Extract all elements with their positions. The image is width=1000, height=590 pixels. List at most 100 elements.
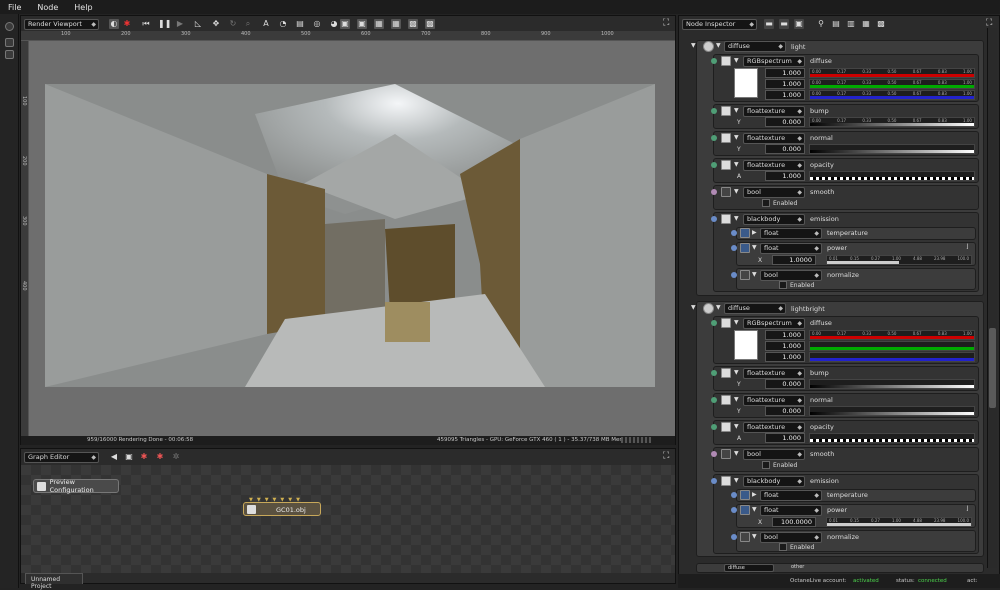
export-icon[interactable]: ▦: [861, 19, 871, 29]
blue-slider[interactable]: 0.00 0.17 0.33 0.50 0.67 0.83 1.00: [809, 90, 975, 100]
camera-icon[interactable]: ◔: [278, 19, 288, 29]
layout-icon[interactable]: [5, 50, 14, 59]
clear-graph-icon[interactable]: ✱: [155, 452, 165, 462]
expand-icon[interactable]: ▼: [734, 319, 739, 326]
green-slider[interactable]: 0.00 0.17 0.33 0.50 0.67 0.83 1.00: [809, 79, 975, 89]
smooth-checkbox[interactable]: [762, 461, 770, 469]
float-icon[interactable]: [740, 228, 750, 238]
diffuse-type-select[interactable]: RGBspectrum ◆: [743, 318, 805, 329]
temperature-pin[interactable]: [731, 230, 737, 236]
normal-type-select[interactable]: floattexture ◆: [743, 133, 805, 144]
clay-mode-icon[interactable]: ▦: [374, 19, 384, 29]
expand-triangle-icon[interactable]: ▼: [716, 42, 721, 49]
bump-type-select[interactable]: floattexture ◆: [743, 368, 805, 379]
expand-icon[interactable]: ▼: [734, 423, 739, 430]
bump-slider[interactable]: [809, 379, 975, 389]
opacity-value[interactable]: 1.000: [765, 433, 805, 443]
project-tab[interactable]: Unnamed Project: [25, 573, 83, 590]
expand-icon[interactable]: ▼: [734, 215, 739, 222]
material-type-select[interactable]: diffuse ◆: [724, 41, 786, 52]
material-icon[interactable]: ▩: [876, 19, 886, 29]
bump-value[interactable]: 0.000: [765, 117, 805, 127]
maximize-viewport-icon[interactable]: ⛶: [663, 18, 669, 28]
material-type-select[interactable]: diffuse: [724, 564, 774, 572]
red-value[interactable]: 1.000: [765, 68, 805, 78]
lock-res-icon[interactable]: ▣: [357, 19, 367, 29]
settings-icon[interactable]: [5, 38, 14, 47]
power-value[interactable]: 1.0000: [772, 255, 816, 265]
temperature-type-select[interactable]: float ◆: [760, 490, 822, 501]
normal-type-select[interactable]: floattexture ◆: [743, 395, 805, 406]
curve-icon[interactable]: ⌋: [966, 505, 968, 512]
emission-icon[interactable]: [721, 214, 731, 224]
play-icon[interactable]: ▶: [175, 19, 185, 29]
bump-value[interactable]: 0.000: [765, 379, 805, 389]
bool-icon[interactable]: [740, 270, 750, 280]
red-value[interactable]: 1.000: [765, 330, 805, 340]
mesh-node[interactable]: GC01.obj: [243, 502, 321, 516]
green-value[interactable]: 1.000: [765, 79, 805, 89]
texture-icon[interactable]: [721, 422, 731, 432]
inspector-scrollbar[interactable]: [987, 28, 997, 568]
decal-icon[interactable]: ▩: [408, 19, 418, 29]
opacity-slider[interactable]: [809, 171, 975, 181]
maximize-inspector-icon[interactable]: ⛶: [986, 18, 992, 28]
emission-pin[interactable]: [711, 216, 717, 222]
smooth-pin[interactable]: [711, 451, 717, 457]
maximize-graph-icon[interactable]: ⛶: [663, 451, 669, 461]
normalize-checkbox[interactable]: [779, 543, 787, 551]
menu-file[interactable]: File: [0, 3, 29, 12]
opacity-slider[interactable]: [809, 433, 975, 443]
folder-icon[interactable]: [721, 318, 731, 328]
expand-triangle-icon[interactable]: ▼: [716, 304, 721, 311]
power-slider[interactable]: 0.01 0.15 0.27 1.00 4.88 23.98 100.0: [826, 517, 972, 527]
normalize-pin[interactable]: [731, 272, 737, 278]
texture-icon[interactable]: [721, 395, 731, 405]
smooth-pin[interactable]: [711, 189, 717, 195]
pan-icon[interactable]: ✥: [211, 19, 221, 29]
clear-icon[interactable]: ✱: [122, 19, 132, 29]
graph-canvas[interactable]: Preview Configuration GC01.obj ▼▼▼▼▼▼▼: [21, 465, 675, 573]
expand-icon[interactable]: ▼: [752, 506, 757, 513]
refresh-node-icon[interactable]: ▤: [831, 19, 841, 29]
save-graph-icon[interactable]: ▣: [124, 452, 134, 462]
normal-slider[interactable]: [809, 144, 975, 154]
rotate-icon[interactable]: ↻: [228, 19, 238, 29]
opacity-pin[interactable]: [711, 162, 717, 168]
expand-icon[interactable]: ▼: [734, 477, 739, 484]
bump-slider[interactable]: 0.00 0.17 0.33 0.50 0.67 0.83 1.00: [809, 117, 975, 127]
collapse-triangle-icon[interactable]: ▼: [691, 304, 696, 311]
bump-pin[interactable]: [711, 370, 717, 376]
focus-icon[interactable]: A: [261, 19, 271, 29]
power-value[interactable]: 100.0000: [772, 517, 816, 527]
power-type-select[interactable]: float ◆: [760, 243, 822, 254]
pause-icon[interactable]: ❚❚: [158, 19, 171, 29]
zoom-icon[interactable]: ⌕: [243, 19, 253, 29]
render-target-icon[interactable]: [5, 22, 14, 31]
texture-icon[interactable]: [721, 106, 731, 116]
rewind-icon[interactable]: ⏮: [141, 19, 151, 29]
material-picker-icon[interactable]: ◕: [329, 19, 339, 29]
red-slider[interactable]: 0.00 0.17 0.33 0.50 0.67 0.83 1.00: [809, 68, 975, 78]
opacity-value[interactable]: 1.000: [765, 171, 805, 181]
expand-icon[interactable]: ▼: [734, 396, 739, 403]
expand-icon[interactable]: ▼: [734, 369, 739, 376]
expand-icon[interactable]: ▼: [734, 188, 739, 195]
smooth-type-select[interactable]: bool ◆: [743, 187, 805, 198]
bump-pin[interactable]: [711, 108, 717, 114]
graph-editor-selector[interactable]: Graph Editor ◆: [24, 452, 99, 463]
temperature-type-select[interactable]: float ◆: [760, 228, 822, 239]
normal-value[interactable]: 0.000: [765, 406, 805, 416]
bump-type-select[interactable]: floattexture ◆: [743, 106, 805, 117]
expand-icon[interactable]: ▼: [734, 450, 739, 457]
ruler-icon[interactable]: ◺: [193, 19, 203, 29]
expand-right-icon[interactable]: ▶: [752, 491, 757, 498]
viewport-lock-icon[interactable]: ▩: [425, 19, 435, 29]
subsample-icon[interactable]: ▦: [391, 19, 401, 29]
normal-pin[interactable]: [711, 397, 717, 403]
emission-icon[interactable]: [721, 476, 731, 486]
expand-icon[interactable]: ▼: [752, 271, 757, 278]
blue-slider[interactable]: [809, 352, 975, 362]
diffuse-pin[interactable]: [711, 320, 717, 326]
material-type-select[interactable]: diffuse ◆: [724, 303, 786, 314]
